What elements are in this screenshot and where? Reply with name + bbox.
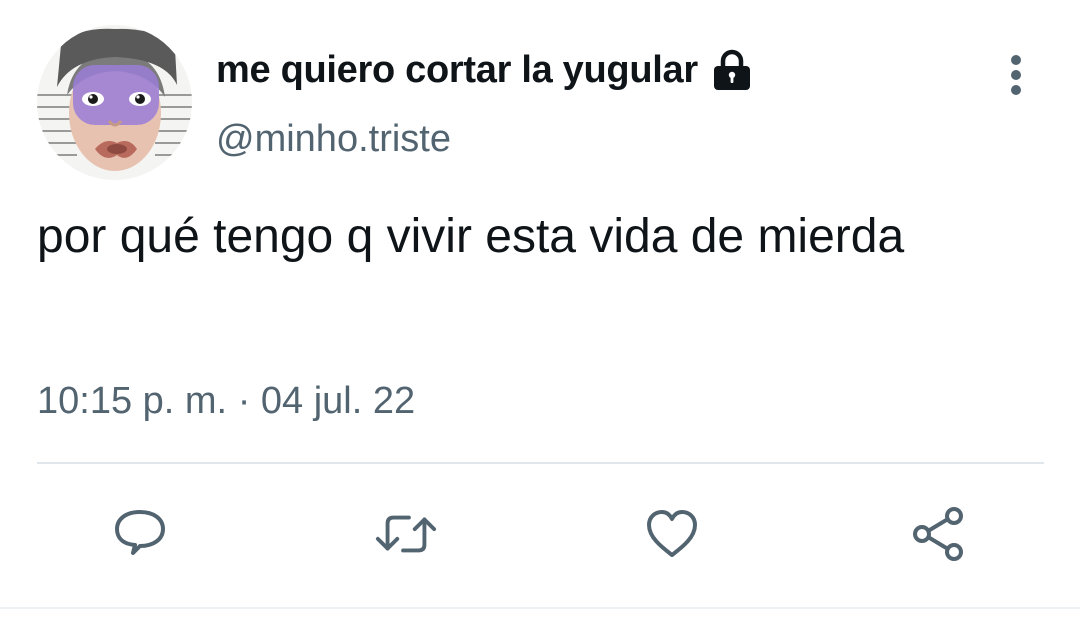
avatar-photo (37, 25, 192, 180)
lock-icon (710, 48, 754, 92)
tweet-text: por qué tengo q vivir esta vida de mierd… (37, 210, 905, 263)
reply-button[interactable] (108, 502, 172, 566)
divider (37, 462, 1044, 464)
display-name[interactable]: me quiero cortar la yugular (216, 49, 698, 92)
share-button[interactable] (906, 502, 970, 566)
tweet-date: 04 jul. 22 (260, 380, 416, 422)
display-name-row[interactable]: me quiero cortar la yugular (216, 44, 754, 96)
tweet-time: 10:15 p. m. (37, 380, 228, 422)
avatar[interactable] (37, 25, 192, 180)
share-icon (913, 507, 963, 561)
retweet-button[interactable] (374, 502, 438, 566)
like-button[interactable] (640, 502, 704, 566)
more-vertical-icon (1011, 55, 1021, 95)
tweet-timestamp[interactable]: 10:15 p. m. · 04 jul. 22 (37, 380, 415, 423)
bottom-divider (0, 607, 1080, 609)
comment-icon (115, 510, 165, 555)
meta-separator: · (237, 380, 251, 422)
retweet-icon (375, 515, 437, 553)
more-options-button[interactable] (996, 50, 1036, 100)
handle[interactable]: @minho.triste (216, 118, 451, 161)
heart-icon (647, 510, 697, 557)
